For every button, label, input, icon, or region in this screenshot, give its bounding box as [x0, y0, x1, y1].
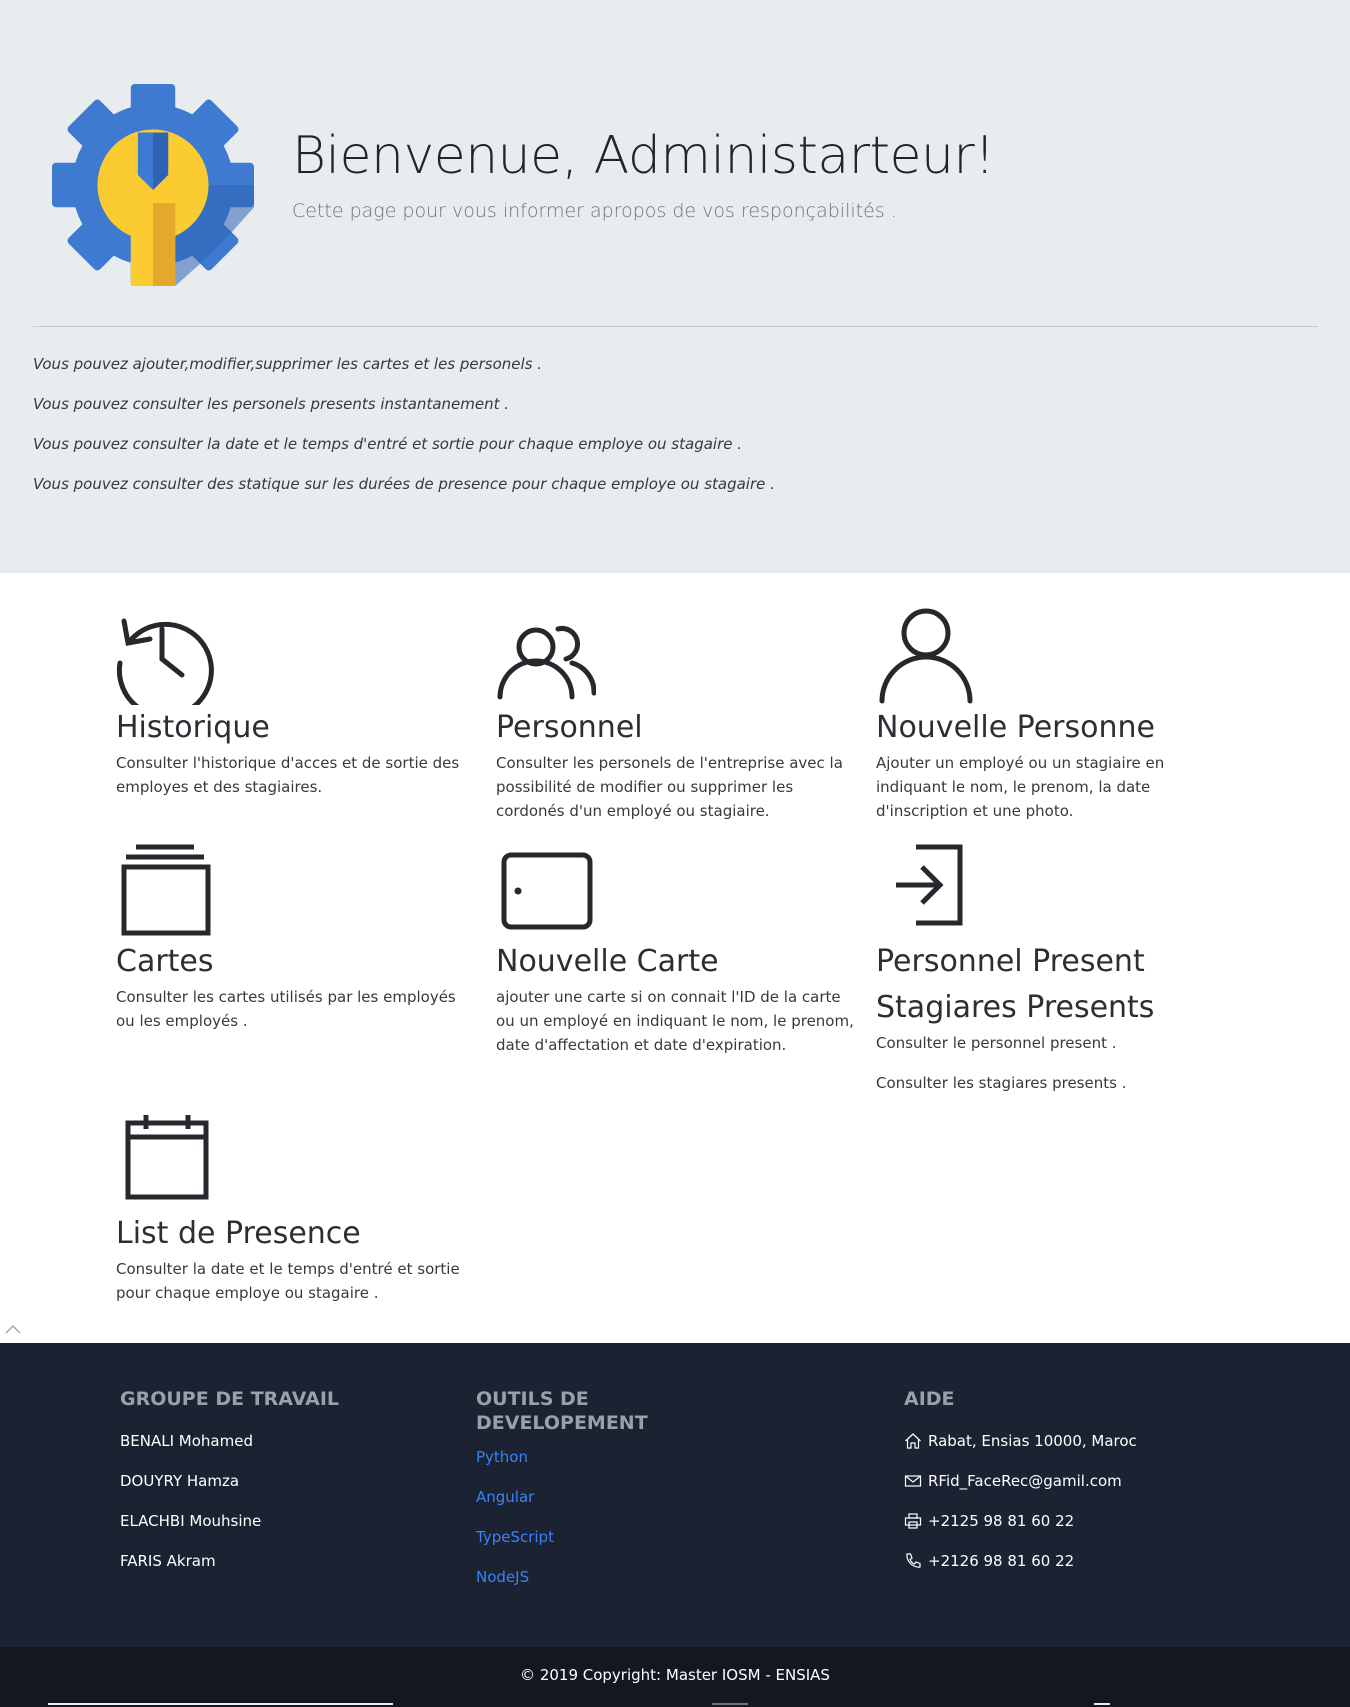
- feature-personnel[interactable]: Personnel Consulter les personels de l'e…: [496, 605, 856, 839]
- responsibility-item: Vous pouvez consulter des statique sur l…: [33, 475, 775, 493]
- divider: [33, 326, 1318, 327]
- copyright-bar: © 2019 Copyright: Master IOSM - ENSIAS: [0, 1647, 1350, 1707]
- footer: GROUPE DE TRAVAIL BENALI Mohamed DOUYRY …: [0, 1343, 1350, 1647]
- feature-nouvelle-personne[interactable]: Nouvelle Personne Ajouter un employé ou …: [876, 605, 1236, 839]
- back-to-top-icon[interactable]: [4, 1322, 22, 1336]
- page-subtitle: Cette page pour vous informer apropos de…: [292, 200, 897, 222]
- users-icon: [497, 625, 596, 700]
- history-clock-icon: [116, 618, 214, 705]
- feature-description: Ajouter un employé ou un stagiaire en in…: [876, 754, 1165, 820]
- team-member: FARIS Akram: [120, 1552, 216, 1570]
- tool-link-typescript[interactable]: TypeScript: [476, 1525, 676, 1565]
- cards-stack-icon: [121, 844, 211, 936]
- team-member: DOUYRY Hamza: [120, 1472, 240, 1490]
- footer-group-column: GROUPE DE TRAVAIL BENALI Mohamed DOUYRY …: [120, 1387, 420, 1581]
- feature-present[interactable]: Personnel Present Stagiares Presents Con…: [876, 839, 1236, 1111]
- feature-description: ajouter une carte si on connait l'ID de …: [496, 988, 854, 1054]
- responsibility-item: Vous pouvez ajouter,modifier,supprimer l…: [33, 355, 543, 373]
- sign-in-icon: [896, 844, 963, 926]
- copyright-text: © 2019 Copyright: Master IOSM - ENSIAS: [520, 1666, 830, 1684]
- feature-description: Consulter les stagiares presents .: [876, 1074, 1127, 1092]
- feature-title[interactable]: Stagiares Presents: [876, 985, 1236, 1031]
- feature-title[interactable]: Personnel: [496, 705, 856, 751]
- contact-email-text: RFid_FaceRec@gamil.com: [928, 1472, 1122, 1490]
- footer-tools-column: OUTILS DE DEVELOPEMENT Python Angular Ty…: [476, 1387, 676, 1605]
- feature-description: Consulter les cartes utilisés par les em…: [116, 988, 456, 1030]
- footer-heading: AIDE: [904, 1388, 955, 1410]
- contact-address-text: Rabat, Ensias 10000, Maroc: [928, 1432, 1137, 1450]
- phone-icon: [906, 1553, 921, 1568]
- feature-cartes[interactable]: Cartes Consulter les cartes utilisés par…: [116, 839, 476, 1049]
- feature-description: Consulter la date et le temps d'entré et…: [116, 1260, 460, 1302]
- team-member: BENALI Mohamed: [120, 1432, 253, 1450]
- feature-title[interactable]: List de Presence: [116, 1211, 476, 1257]
- contact-address: Rabat, Ensias 10000, Maroc: [904, 1421, 1234, 1461]
- welcome-jumbotron: Bienvenue, Administarteur! Cette page po…: [0, 0, 1350, 573]
- contact-email: RFid_FaceRec@gamil.com: [904, 1461, 1234, 1501]
- home-icon: [905, 1433, 921, 1449]
- tool-link-python[interactable]: Python: [476, 1445, 676, 1485]
- feature-title[interactable]: Historique: [116, 705, 476, 751]
- tool-link-angular[interactable]: Angular: [476, 1485, 676, 1525]
- team-member: ELACHBI Mouhsine: [120, 1512, 262, 1530]
- contact-phone-text: +2126 98 81 60 22: [928, 1552, 1075, 1570]
- printer-icon: [904, 1513, 922, 1529]
- feature-title[interactable]: Personnel Present: [876, 939, 1236, 985]
- feature-list-presence[interactable]: List de Presence Consulter la date et le…: [116, 1111, 476, 1321]
- feature-description: Consulter les personels de l'entreprise …: [496, 754, 843, 820]
- feature-historique[interactable]: Historique Consulter l'historique d'acce…: [116, 605, 476, 815]
- admin-gear-wrench-icon: [52, 84, 254, 286]
- feature-title[interactable]: Cartes: [116, 939, 476, 985]
- responsibility-item: Vous pouvez consulter les personels pres…: [33, 395, 510, 413]
- user-icon: [879, 608, 973, 704]
- scrollbar-strip: [712, 1703, 748, 1705]
- feature-nouvelle-carte[interactable]: Nouvelle Carte ajouter une carte si on c…: [496, 839, 856, 1073]
- scrollbar-strip: [1094, 1703, 1110, 1705]
- footer-heading: OUTILS DE DEVELOPEMENT: [476, 1388, 648, 1434]
- feature-title[interactable]: Nouvelle Personne: [876, 705, 1236, 751]
- calendar-icon: [125, 1115, 209, 1200]
- scrollbar-strip: [48, 1703, 393, 1705]
- card-icon: [501, 852, 593, 930]
- responsibilities-list: Vous pouvez ajouter,modifier,supprimer l…: [33, 352, 775, 512]
- contact-phone: +2126 98 81 60 22: [904, 1541, 1234, 1581]
- envelope-icon: [904, 1475, 922, 1487]
- tool-link-nodejs[interactable]: NodeJS: [476, 1565, 676, 1605]
- footer-heading: GROUPE DE TRAVAIL: [120, 1388, 339, 1410]
- feature-description: Consulter l'historique d'acces et de sor…: [116, 754, 460, 796]
- contact-fax-text: +2125 98 81 60 22: [928, 1512, 1075, 1530]
- contact-fax: +2125 98 81 60 22: [904, 1501, 1234, 1541]
- feature-description: Consulter le personnel present .: [876, 1034, 1117, 1052]
- page-title: Bienvenue, Administarteur!: [292, 126, 995, 186]
- responsibility-item: Vous pouvez consulter la date et le temp…: [33, 435, 743, 453]
- footer-aide-column: AIDE Rabat, Ensias 10000, Maroc RFid_Fac…: [904, 1387, 1234, 1581]
- feature-title[interactable]: Nouvelle Carte: [496, 939, 856, 985]
